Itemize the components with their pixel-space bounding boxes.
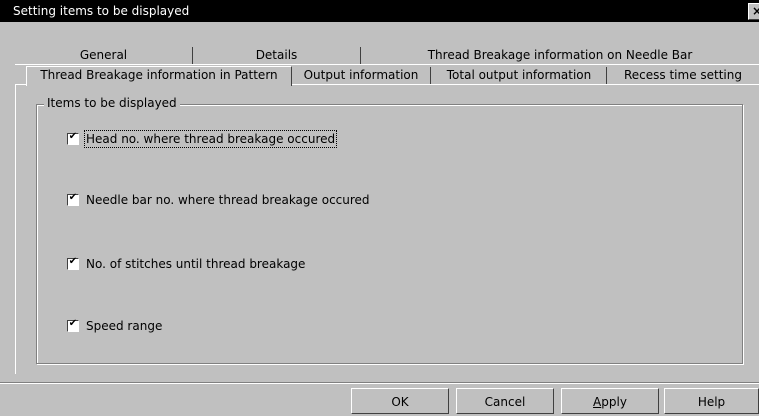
checkbox-label: No. of stitches until thread breakage (86, 257, 306, 271)
checkbox-label: Speed range (86, 319, 163, 333)
checkbox-box[interactable]: ✔ (67, 192, 79, 206)
checkbox-box[interactable]: ✔ (67, 256, 79, 270)
tab-thread-breakage-needle-bar[interactable]: Thread Breakage information on Needle Ba… (362, 47, 758, 64)
tab-total-output-information[interactable]: Total output information (432, 67, 607, 84)
apply-label-rest: pply (601, 395, 627, 409)
bottom-divider-highlight (0, 383, 759, 384)
checkbox-stitches-until-breakage[interactable]: ✔ No. of stitches until thread breakage (67, 256, 305, 272)
checkbox-label: Needle bar no. where thread breakage occ… (86, 193, 370, 207)
cancel-button[interactable]: Cancel (456, 388, 554, 414)
check-icon: ✔ (68, 131, 78, 142)
checkbox-label: Head no. where thread breakage occured (83, 130, 338, 148)
checkbox-head-no[interactable]: ✔ Head no. where thread breakage occured (67, 130, 338, 148)
check-icon: ✔ (68, 318, 78, 329)
tab-row-divider (15, 64, 759, 65)
check-icon: ✔ (68, 192, 78, 203)
checkbox-speed-range[interactable]: ✔ Speed range (67, 318, 162, 334)
ok-button[interactable]: OK (351, 388, 449, 414)
tab-thread-breakage-pattern[interactable]: Thread Breakage information in Pattern (26, 66, 292, 86)
dialog-window: Setting items to be displayed × General … (0, 0, 759, 416)
title-bar: Setting items to be displayed × (0, 0, 759, 22)
check-icon: ✔ (68, 256, 78, 267)
window-title: Setting items to be displayed (13, 4, 190, 18)
groupbox-legend: Items to be displayed (44, 96, 180, 110)
help-button[interactable]: Help (664, 388, 759, 414)
close-icon[interactable]: × (748, 3, 759, 20)
checkbox-box[interactable]: ✔ (67, 131, 79, 145)
tab-output-information[interactable]: Output information (292, 67, 431, 84)
tab-general[interactable]: General (15, 47, 193, 64)
tab-details[interactable]: Details (193, 47, 361, 64)
checkbox-needle-bar-no[interactable]: ✔ Needle bar no. where thread breakage o… (67, 192, 370, 208)
apply-button[interactable]: Apply (561, 388, 659, 414)
tab-recess-time-setting[interactable]: Recess time setting (608, 67, 758, 84)
checkbox-box[interactable]: ✔ (67, 318, 79, 332)
